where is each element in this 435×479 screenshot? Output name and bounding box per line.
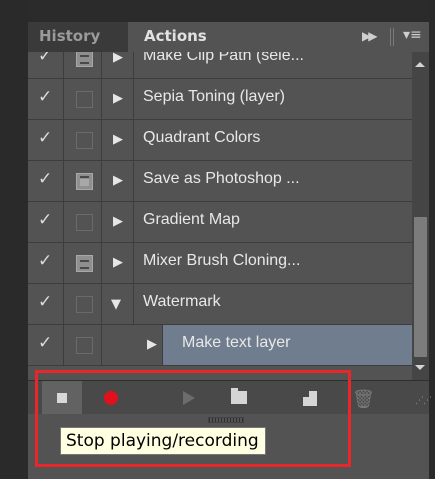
checkmark-icon[interactable]: ✓ (38, 292, 52, 312)
vertical-scrollbar[interactable] (412, 52, 429, 380)
action-label: Gradient Map (143, 211, 240, 228)
list-item[interactable]: ✓ ▼ Watermark (28, 284, 412, 325)
checkmark-icon[interactable]: ✓ (38, 128, 52, 148)
divider (390, 28, 394, 46)
toggle-cell[interactable]: ✓ (28, 79, 64, 119)
checkmark-icon[interactable]: ✓ (38, 169, 52, 189)
app-background-left (0, 0, 28, 479)
collapse-arrow-icon[interactable]: ▼ (111, 297, 121, 312)
trash-icon: 🗑 (352, 389, 375, 410)
dialog-toggle-cell[interactable] (65, 52, 102, 78)
action-name-cell[interactable]: ▶ Save as Photoshop ... (103, 161, 412, 201)
dialog-icon[interactable] (76, 214, 93, 231)
resize-grip-icon[interactable]: ⋰⋰ (415, 396, 432, 406)
action-label: Mixer Brush Cloning... (143, 252, 301, 269)
action-name-cell[interactable]: ▶ Mixer Brush Cloning... (103, 243, 412, 283)
list-item[interactable]: ✓ ▶ Sepia Toning (layer) (28, 79, 412, 120)
dialog-toggle-cell[interactable] (65, 120, 102, 160)
divider (162, 325, 163, 365)
panel-tab-bar: History Actions ▶▶ ▾≡ (28, 22, 429, 52)
divider (133, 52, 134, 78)
divider (133, 284, 134, 324)
expand-arrow-icon[interactable]: ▶ (113, 214, 123, 229)
divider (133, 202, 134, 242)
list-item[interactable]: ✓ ▶ Make Clip Path (sele... (28, 52, 412, 79)
expand-arrow-icon[interactable]: ▶ (147, 337, 157, 352)
action-name-cell[interactable]: ▶ Make Clip Path (sele... (103, 52, 412, 78)
list-item-selected[interactable]: ✓ ▶ Make text layer (28, 325, 412, 366)
list-item[interactable]: ✓ ▶ Gradient Map (28, 202, 412, 243)
divider (133, 79, 134, 119)
app-background-right (429, 0, 435, 479)
scroll-down-icon[interactable] (415, 365, 425, 370)
list-item[interactable]: ✓ ▶ Save as Photoshop ... (28, 161, 412, 202)
dialog-icon[interactable] (76, 255, 93, 272)
checkmark-icon[interactable]: ✓ (38, 87, 52, 107)
checkmark-icon[interactable]: ✓ (38, 333, 52, 353)
checkmark-icon[interactable]: ✓ (38, 251, 52, 271)
app-background-top (0, 0, 435, 22)
dialog-toggle-cell[interactable] (65, 202, 102, 242)
action-label: Quadrant Colors (143, 129, 261, 146)
list-item[interactable]: ✓ ▶ Quadrant Colors (28, 120, 412, 161)
divider (133, 161, 134, 201)
dialog-toggle-cell[interactable] (65, 243, 102, 283)
checkmark-icon[interactable]: ✓ (38, 52, 52, 66)
divider (133, 120, 134, 160)
list-item[interactable]: ✓ ▶ Mixer Brush Cloning... (28, 243, 412, 284)
toggle-cell[interactable]: ✓ (28, 161, 64, 201)
action-label: Sepia Toning (layer) (143, 88, 286, 105)
action-name-cell[interactable]: ▶ Sepia Toning (layer) (103, 79, 412, 119)
scroll-up-icon[interactable] (415, 62, 425, 67)
dialog-icon[interactable] (76, 337, 93, 354)
dialog-toggle-cell[interactable] (65, 325, 102, 365)
divider (133, 243, 134, 283)
dialog-toggle-cell[interactable] (65, 161, 102, 201)
double-chevron-right-icon[interactable]: ▶▶ (362, 29, 378, 43)
expand-arrow-icon[interactable]: ▶ (113, 91, 123, 106)
action-label: Make text layer (182, 334, 291, 351)
action-name-cell[interactable]: ▶ Make text layer (103, 325, 412, 365)
toggle-cell[interactable]: ✓ (28, 325, 64, 365)
panel-menu-icon[interactable]: ▾≡ (403, 27, 422, 43)
scroll-thumb[interactable] (414, 217, 427, 357)
action-label: Watermark (143, 293, 221, 310)
expand-arrow-icon[interactable]: ▶ (113, 255, 123, 270)
dialog-icon[interactable] (76, 132, 93, 149)
dialog-icon[interactable] (76, 52, 93, 67)
expand-arrow-icon[interactable]: ▶ (113, 173, 123, 188)
expand-arrow-icon[interactable]: ▶ (113, 132, 123, 147)
toggle-cell[interactable]: ✓ (28, 120, 64, 160)
annotation-highlight-box (35, 370, 351, 467)
dialog-icon[interactable] (76, 91, 93, 108)
actions-list: ✓ ▶ Make Clip Path (sele... ✓ ▶ Sepia To… (28, 52, 412, 380)
action-name-cell[interactable]: ▼ Watermark (103, 284, 412, 324)
action-name-cell[interactable]: ▶ Gradient Map (103, 202, 412, 242)
toggle-cell[interactable]: ✓ (28, 202, 64, 242)
toggle-cell[interactable]: ✓ (28, 243, 64, 283)
dialog-toggle-cell[interactable] (65, 284, 102, 324)
tab-history[interactable]: History (28, 22, 128, 52)
checkmark-icon[interactable]: ✓ (38, 210, 52, 230)
tab-actions[interactable]: Actions (128, 22, 429, 52)
dialog-toggle-cell[interactable] (65, 79, 102, 119)
dialog-icon[interactable] (76, 173, 93, 190)
toggle-cell[interactable]: ✓ (28, 284, 64, 324)
toggle-cell[interactable]: ✓ (28, 52, 64, 78)
action-name-cell[interactable]: ▶ Quadrant Colors (103, 120, 412, 160)
expand-arrow-icon[interactable]: ▶ (113, 52, 123, 65)
action-label: Make Clip Path (sele... (143, 52, 304, 64)
dialog-icon[interactable] (76, 296, 93, 313)
action-label: Save as Photoshop ... (143, 170, 300, 187)
